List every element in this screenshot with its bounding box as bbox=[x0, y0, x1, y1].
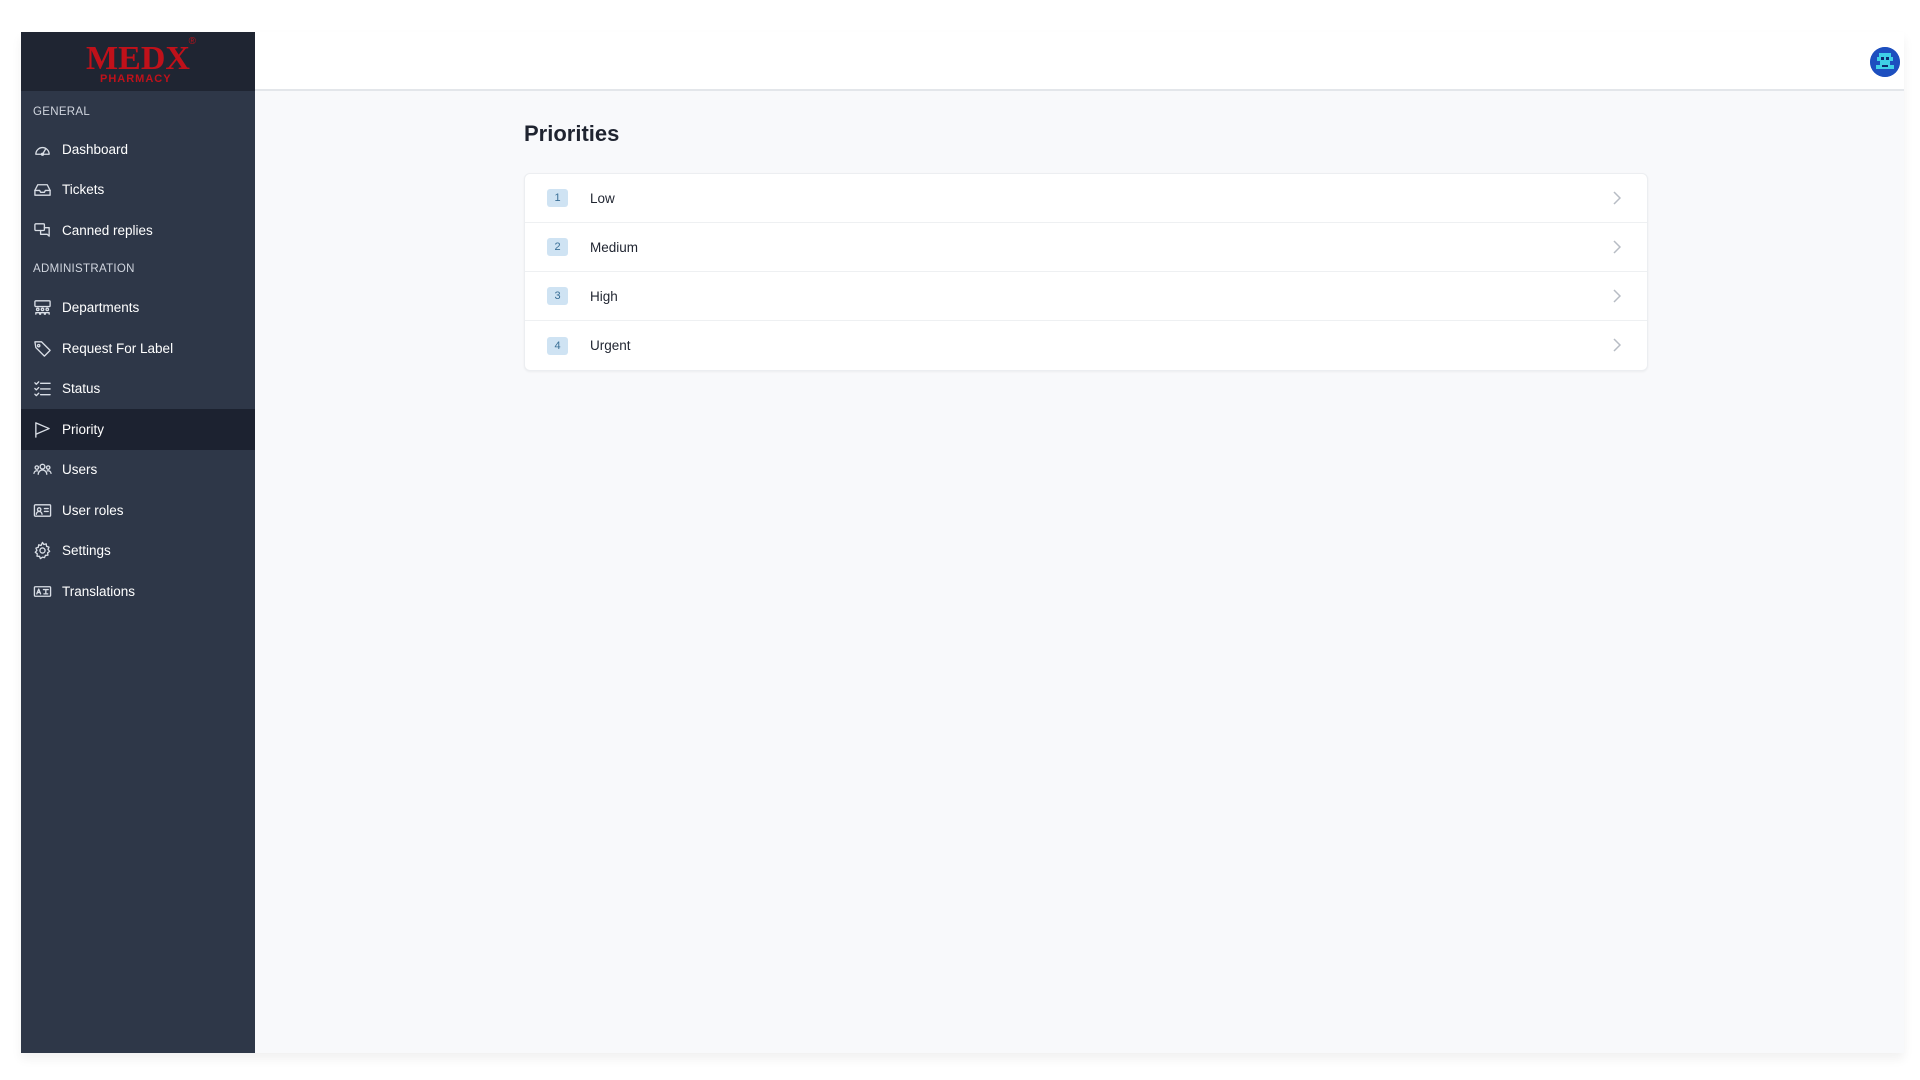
sidebar: MEDX PHARMACY ® GENERAL Dashboard Ticket… bbox=[21, 32, 255, 1053]
priority-label: Medium bbox=[590, 239, 639, 255]
sidebar-item-label: Settings bbox=[62, 543, 111, 559]
logo-sub-text: PHARMACY bbox=[100, 72, 172, 85]
building-icon bbox=[32, 298, 52, 318]
avatar[interactable] bbox=[1870, 47, 1900, 77]
priority-label: High bbox=[590, 288, 618, 304]
gauge-icon bbox=[32, 139, 52, 159]
chevron-right-icon bbox=[1613, 240, 1622, 254]
logo-main-text: MEDX bbox=[86, 39, 190, 77]
gear-icon bbox=[32, 541, 52, 561]
sidebar-item-label: Departments bbox=[62, 300, 140, 316]
sidebar-item-label: User roles bbox=[62, 502, 124, 518]
sidebar-item-priority[interactable]: Priority bbox=[21, 409, 255, 450]
chevron-right-icon bbox=[1613, 338, 1622, 352]
user-avatar-icon bbox=[1870, 47, 1900, 77]
section-label-general: GENERAL bbox=[33, 106, 91, 118]
sidebar-item-translations[interactable]: Translations bbox=[21, 571, 255, 612]
sidebar-item-users[interactable]: Users bbox=[21, 450, 255, 491]
priorities-content: Priorities 1 Low 2 Medium 3 High 4 Urgen… bbox=[524, 92, 1648, 371]
priority-row-urgent[interactable]: 4 Urgent bbox=[525, 321, 1647, 370]
flag-icon bbox=[32, 419, 52, 439]
app-window: MEDX PHARMACY ® GENERAL Dashboard Ticket… bbox=[21, 32, 1904, 1053]
sidebar-item-settings[interactable]: Settings bbox=[21, 531, 255, 572]
sidebar-item-dashboard[interactable]: Dashboard bbox=[21, 129, 255, 170]
sidebar-item-canned-replies[interactable]: Canned replies bbox=[21, 210, 255, 251]
sidebar-item-label: Tickets bbox=[62, 182, 105, 198]
chevron-right-icon bbox=[1613, 191, 1622, 205]
chat-bubbles-icon bbox=[32, 220, 52, 240]
main-area: Priorities 1 Low 2 Medium 3 High 4 Urgen… bbox=[255, 32, 1904, 1053]
sidebar-item-label: Priority bbox=[62, 421, 105, 437]
sidebar-item-label: Translations bbox=[62, 583, 136, 599]
sidebar-item-label: Status bbox=[62, 381, 101, 397]
sidebar-item-departments[interactable]: Departments bbox=[21, 288, 255, 329]
priority-number-badge: 3 bbox=[547, 287, 568, 305]
priority-label: Urgent bbox=[590, 338, 631, 353]
sidebar-item-tickets[interactable]: Tickets bbox=[21, 170, 255, 211]
top-bar bbox=[255, 32, 1904, 91]
logo-bar: MEDX PHARMACY ® bbox=[21, 32, 255, 91]
brand-logo[interactable]: MEDX PHARMACY ® bbox=[78, 35, 198, 87]
page-title: Priorities bbox=[524, 121, 620, 146]
sidebar-item-user-roles[interactable]: User roles bbox=[21, 490, 255, 531]
sidebar-item-status[interactable]: Status bbox=[21, 369, 255, 410]
sidebar-item-label: Canned replies bbox=[62, 222, 153, 238]
priority-label: Low bbox=[590, 190, 615, 206]
checklist-icon bbox=[32, 379, 52, 399]
tag-icon bbox=[32, 338, 52, 358]
users-icon bbox=[32, 460, 52, 480]
sidebar-item-label: Request For Label bbox=[62, 340, 174, 356]
translate-icon bbox=[32, 581, 52, 601]
priority-row-low[interactable]: 1 Low bbox=[525, 174, 1647, 223]
sidebar-item-label: Dashboard bbox=[62, 141, 129, 157]
priority-list: 1 Low 2 Medium 3 High 4 Urgent bbox=[524, 173, 1648, 371]
logo-registered-mark: ® bbox=[188, 35, 196, 47]
priority-number-badge: 1 bbox=[547, 189, 568, 207]
priority-row-medium[interactable]: 2 Medium bbox=[525, 223, 1647, 272]
section-label-administration: ADMINISTRATION bbox=[33, 262, 135, 275]
id-card-icon bbox=[32, 500, 52, 520]
inbox-icon bbox=[32, 180, 52, 200]
chevron-right-icon bbox=[1613, 289, 1622, 303]
priority-number-badge: 2 bbox=[547, 238, 568, 256]
priority-row-high[interactable]: 3 High bbox=[525, 272, 1647, 321]
sidebar-item-label: Users bbox=[62, 462, 98, 478]
priority-number-badge: 4 bbox=[547, 336, 568, 355]
sidebar-item-request-for-label[interactable]: Request For Label bbox=[21, 328, 255, 369]
